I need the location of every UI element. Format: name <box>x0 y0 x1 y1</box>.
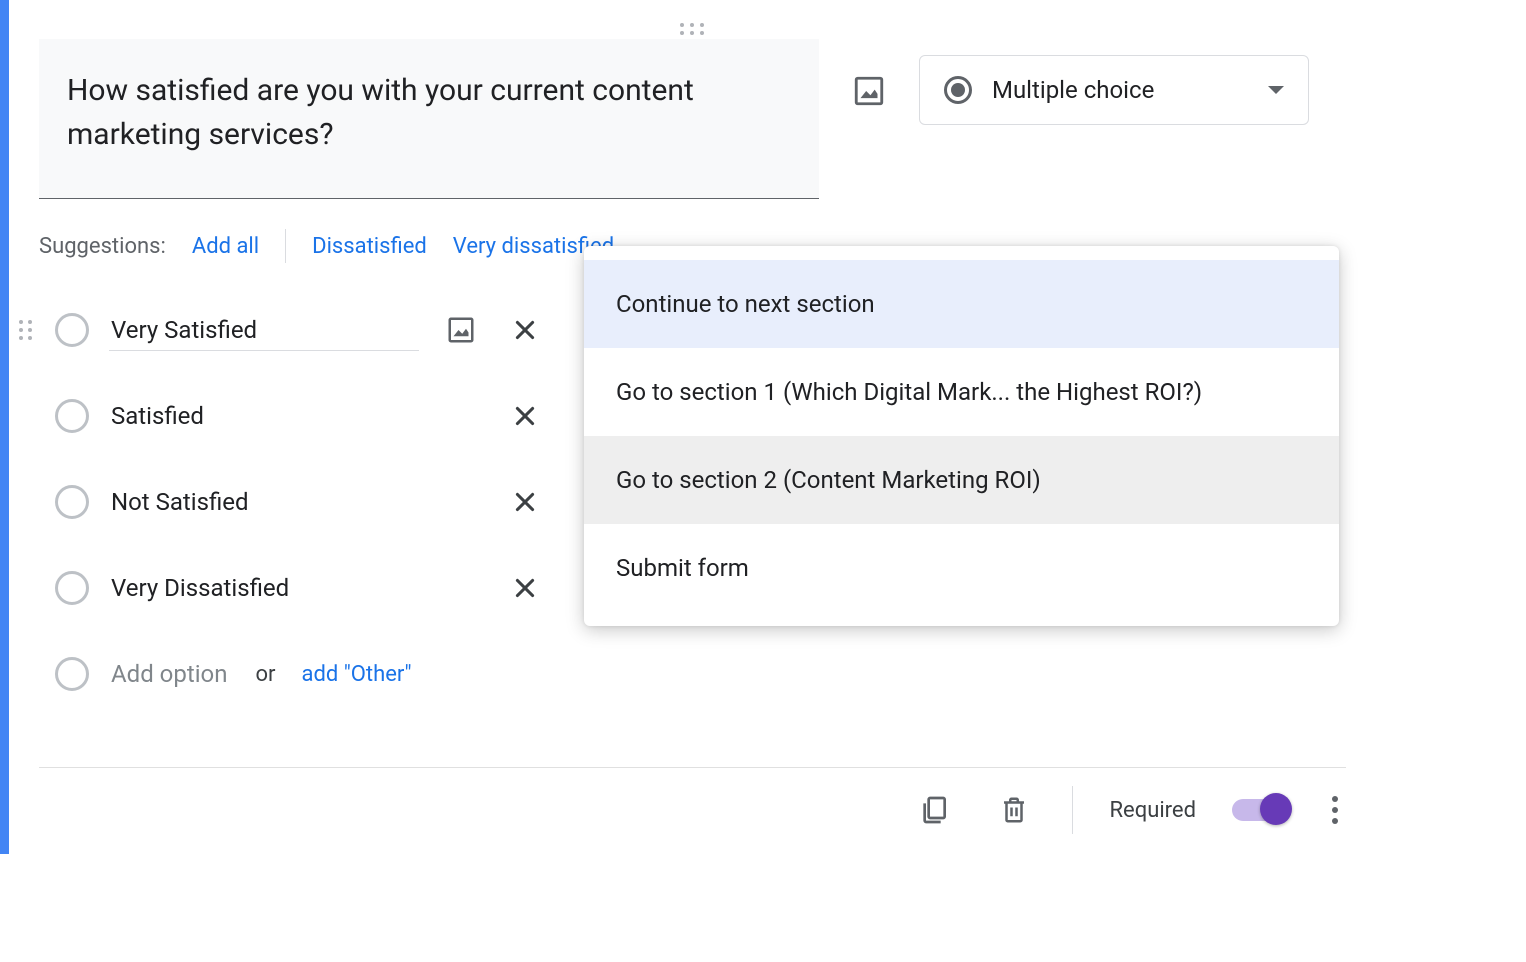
card-footer: Required <box>9 768 1376 834</box>
divider <box>1072 786 1073 834</box>
radio-icon <box>55 399 89 433</box>
remove-option-button[interactable] <box>503 394 547 438</box>
add-all-suggestions[interactable]: Add all <box>192 234 259 259</box>
radio-icon <box>55 657 89 691</box>
image-icon <box>852 74 886 108</box>
divider <box>285 229 286 263</box>
delete-button[interactable] <box>992 788 1036 832</box>
kebab-dot-icon <box>1332 807 1338 813</box>
kebab-dot-icon <box>1332 818 1338 824</box>
question-type-label: Multiple choice <box>992 76 1154 104</box>
option-input[interactable]: Very Satisfied <box>109 310 419 351</box>
drag-dots-icon <box>680 23 706 35</box>
radio-icon <box>55 313 89 347</box>
option-input[interactable]: Very Dissatisfied <box>109 568 419 608</box>
dropdown-item-section-1[interactable]: Go to section 1 (Which Digital Mark... t… <box>584 348 1339 436</box>
question-type-select[interactable]: Multiple choice <box>919 55 1309 125</box>
add-other-button[interactable]: add "Other" <box>302 662 412 687</box>
close-icon <box>512 489 538 515</box>
close-icon <box>512 403 538 429</box>
required-toggle[interactable] <box>1232 799 1288 821</box>
row-drag-handle[interactable] <box>19 320 35 340</box>
add-option-input[interactable]: Add option <box>109 654 229 694</box>
dropdown-item-submit[interactable]: Submit form <box>584 524 1339 612</box>
suggestion-chip[interactable]: Dissatisfied <box>312 234 427 259</box>
remove-option-button[interactable] <box>503 566 547 610</box>
dropdown-item-section-2[interactable]: Go to section 2 (Content Marketing ROI) <box>584 436 1339 524</box>
question-card: How satisfied are you with your current … <box>0 0 1376 854</box>
remove-option-button[interactable] <box>503 480 547 524</box>
chevron-down-icon <box>1268 86 1284 94</box>
add-option-or: or <box>255 662 275 687</box>
question-header-row: How satisfied are you with your current … <box>9 39 1376 199</box>
duplicate-button[interactable] <box>912 788 956 832</box>
suggestions-label: Suggestions: <box>39 234 166 259</box>
card-drag-handle[interactable] <box>9 0 1376 39</box>
add-option-row: Add option or add "Other" <box>17 631 1376 717</box>
image-icon <box>446 315 476 345</box>
required-label: Required <box>1109 798 1196 823</box>
copy-icon <box>918 794 950 826</box>
kebab-dot-icon <box>1332 796 1338 802</box>
option-input[interactable]: Not Satisfied <box>109 482 419 522</box>
option-input[interactable]: Satisfied <box>109 396 419 436</box>
radio-icon <box>55 485 89 519</box>
dropdown-item-continue[interactable]: Continue to next section <box>584 260 1339 348</box>
more-options-button[interactable] <box>1324 788 1346 832</box>
close-icon <box>512 575 538 601</box>
option-add-image-button[interactable] <box>439 308 483 352</box>
question-text-input[interactable]: How satisfied are you with your current … <box>39 39 819 199</box>
section-navigation-dropdown: Continue to next section Go to section 1… <box>584 246 1339 626</box>
trash-icon <box>999 793 1029 827</box>
add-image-button[interactable] <box>847 69 891 113</box>
remove-option-button[interactable] <box>503 308 547 352</box>
radio-icon <box>944 76 972 104</box>
close-icon <box>512 317 538 343</box>
radio-icon <box>55 571 89 605</box>
